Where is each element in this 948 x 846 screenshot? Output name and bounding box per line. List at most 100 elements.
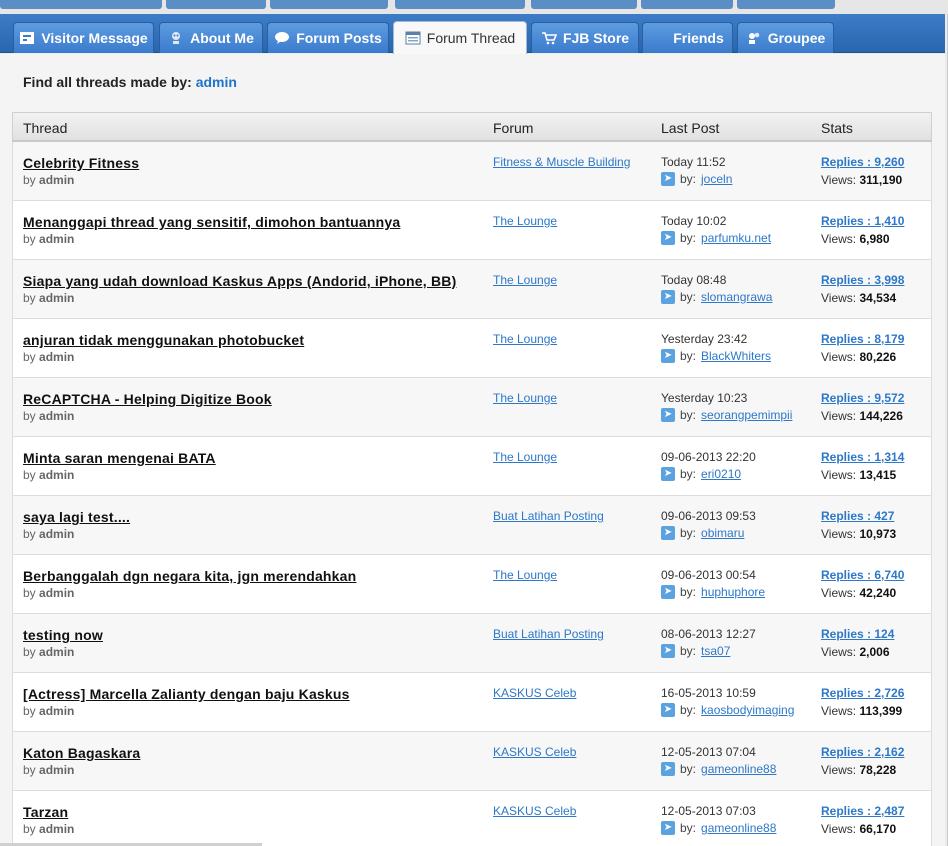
forum-link[interactable]: Buat Latihan Posting [493,627,604,641]
replies-link[interactable]: Replies : 1,410 [821,214,904,228]
thread-title-link[interactable]: Minta saran mengenai BATA [23,450,216,466]
tab-label: Forum Posts [296,30,382,46]
last-post-user-link[interactable]: gameonline88 [701,762,776,776]
thread-author: by admin [23,822,74,836]
author-name[interactable]: admin [39,763,74,777]
forum-link[interactable]: The Lounge [493,332,557,346]
last-post-user-link[interactable]: joceln [701,172,732,186]
thread-title-link[interactable]: Katon Bagaskara [23,745,140,761]
forum-link[interactable]: Fitness & Muscle Building [493,155,630,169]
replies-link[interactable]: Replies : 8,179 [821,332,904,346]
last-post-date: 09-06-2013 00:54 [661,568,756,582]
last-post-user-link[interactable]: kaosbodyimaging [701,703,794,717]
author-name[interactable]: admin [39,645,74,659]
author-name[interactable]: admin [39,468,74,482]
views-value: 6,980 [859,232,890,246]
go-to-last-post-icon[interactable]: ➤ [661,408,675,422]
forum-link[interactable]: The Lounge [493,391,557,405]
last-post-user-link[interactable]: parfumku.net [701,231,771,245]
author-name[interactable]: admin [39,232,74,246]
thread-author: by admin [23,763,74,777]
thread-title-link[interactable]: Berbanggalah dgn negara kita, jgn merend… [23,568,356,584]
replies-link[interactable]: Replies : 9,260 [821,155,904,169]
last-post-user-link[interactable]: eri0210 [701,467,741,481]
go-to-last-post-icon[interactable]: ➤ [661,172,675,186]
tab-about-me[interactable]: About Me [159,22,263,53]
thread-title-link[interactable]: Siapa yang udah download Kaskus Apps (An… [23,273,456,289]
table-row: Siapa yang udah download Kaskus Apps (An… [12,260,932,319]
table-row: saya lagi test.... by admin Buat Latihan P… [12,496,932,555]
find-user-link[interactable]: admin [196,74,237,90]
thread-title-link[interactable]: ReCAPTCHA - Helping Digitize Book [23,391,272,407]
replies-link[interactable]: Replies : 2,487 [821,804,904,818]
last-post-date: Today 08:48 [661,273,727,287]
author-name[interactable]: admin [39,822,74,836]
go-to-last-post-icon[interactable]: ➤ [661,644,675,658]
tab-fjb-store[interactable]: FJB Store [531,22,639,53]
views-label: Views: [821,763,857,777]
go-to-last-post-icon[interactable]: ➤ [661,585,675,599]
forum-link[interactable]: The Lounge [493,450,557,464]
tab-groupee[interactable]: Groupee [737,22,834,53]
go-to-last-post-icon[interactable]: ➤ [661,703,675,717]
go-to-last-post-icon[interactable]: ➤ [661,526,675,540]
tab-visitor-message[interactable]: Visitor Message [13,22,154,53]
go-to-last-post-icon[interactable]: ➤ [661,290,675,304]
views-count: Views: 311,190 [821,173,902,187]
top-bar [0,0,948,14]
last-post-user-link[interactable]: seorangpemimpii [701,408,792,422]
go-to-last-post-icon[interactable]: ➤ [661,762,675,776]
thread-title-link[interactable]: Celebrity Fitness [23,155,139,171]
go-to-last-post-icon[interactable]: ➤ [661,349,675,363]
replies-link[interactable]: Replies : 124 [821,627,894,641]
forum-link[interactable]: KASKUS Celeb [493,804,576,818]
forum-link[interactable]: The Lounge [493,214,557,228]
views-value: 78,228 [859,763,897,777]
thread-title-link[interactable]: Tarzan [23,804,68,820]
forum-link[interactable]: The Lounge [493,568,557,582]
go-to-last-post-icon[interactable]: ➤ [661,821,675,835]
views-value: 144,226 [859,409,903,423]
last-post-user-link[interactable]: gameonline88 [701,821,776,835]
replies-link[interactable]: Replies : 2,726 [821,686,904,700]
views-value: 311,190 [859,173,903,187]
author-name[interactable]: admin [39,409,74,423]
replies-link[interactable]: Replies : 9,572 [821,391,904,405]
replies-link[interactable]: Replies : 2,162 [821,745,904,759]
author-name[interactable]: admin [39,350,74,364]
thread-title-link[interactable]: testing now [23,627,103,643]
replies-link[interactable]: Replies : 6,740 [821,568,904,582]
author-name[interactable]: admin [39,704,74,718]
author-name[interactable]: admin [39,527,74,541]
last-post-user-link[interactable]: obimaru [701,526,744,540]
forum-link[interactable]: The Lounge [493,273,557,287]
thread-title-link[interactable]: Menanggapi thread yang sensitif, dimohon… [23,214,400,230]
author-name[interactable]: admin [39,586,74,600]
go-to-last-post-icon[interactable]: ➤ [661,231,675,245]
find-prefix: Find all threads made by: [23,74,192,90]
tab-forum-posts[interactable]: Forum Posts [267,22,389,53]
forum-link[interactable]: KASKUS Celeb [493,686,576,700]
author-name[interactable]: admin [39,173,74,187]
thread-title-link[interactable]: [Actress] Marcella Zalianty dengan baju … [23,686,350,702]
thread-title-link[interactable]: anjuran tidak menggunakan photobucket [23,332,304,348]
thread-title-link[interactable]: saya lagi test.... [23,509,130,525]
last-post-user-link[interactable]: slomangrawa [701,290,772,304]
last-post-prefix: by: [680,526,697,540]
author-name[interactable]: admin [39,291,74,305]
thread-author: by admin [23,291,74,305]
forum-link[interactable]: KASKUS Celeb [493,745,576,759]
forum-link[interactable]: Buat Latihan Posting [493,509,604,523]
author-prefix: by [23,232,36,246]
go-to-last-post-icon[interactable]: ➤ [661,467,675,481]
last-post-prefix: by: [680,585,697,599]
replies-link[interactable]: Replies : 427 [821,509,894,523]
last-post-user-link[interactable]: BlackWhiters [701,349,771,363]
replies-link[interactable]: Replies : 3,998 [821,273,904,287]
last-post-user-link[interactable]: huphuphore [701,585,765,599]
replies-link[interactable]: Replies : 1,314 [821,450,904,464]
last-post-user-link[interactable]: tsa07 [701,644,730,658]
tab-friends[interactable]: Friends [642,22,733,53]
tab-forum-thread[interactable]: Forum Thread [393,21,527,54]
message-icon [19,31,35,45]
